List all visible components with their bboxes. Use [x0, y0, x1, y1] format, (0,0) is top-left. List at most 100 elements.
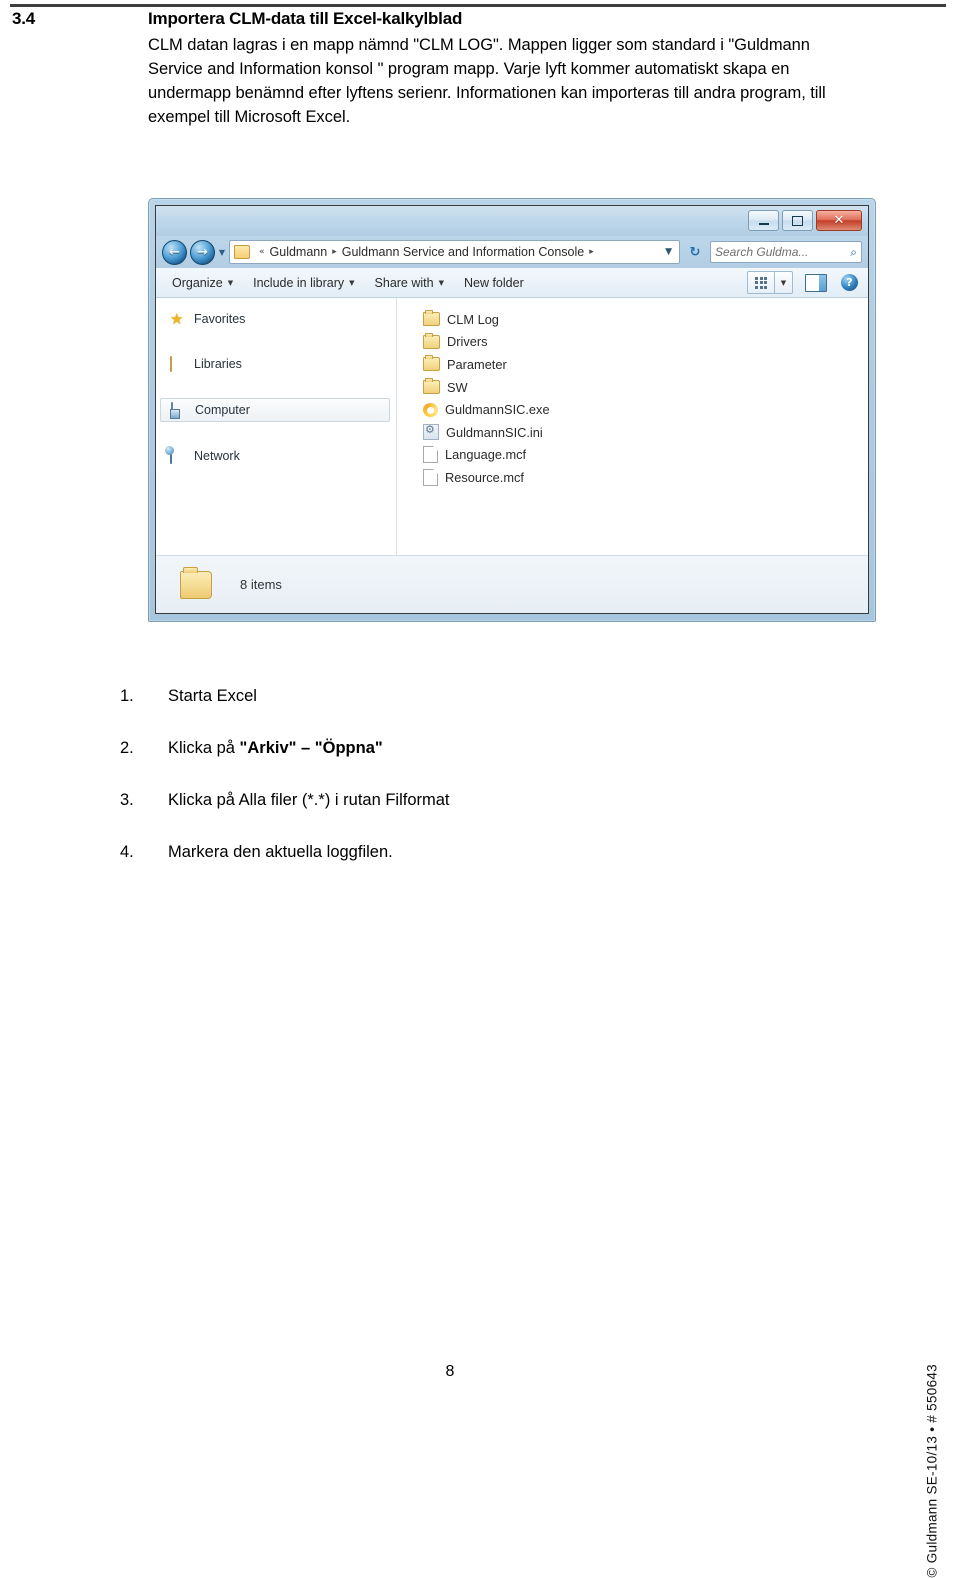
step-item: 2. Klicka på "Arkiv" – "Öppna" — [120, 737, 820, 789]
step-text: Starta Excel — [168, 687, 257, 705]
forward-arrow-icon: → — [197, 244, 208, 260]
toolbar-share-with-label: Share with — [374, 275, 434, 290]
nav-item-favorites-label: Favorites — [194, 312, 246, 326]
nav-item-libraries[interactable]: Libraries — [156, 353, 396, 375]
back-arrow-icon: ← — [169, 244, 180, 260]
toolbar-include-in-library-label: Include in library — [253, 275, 345, 290]
address-dropdown-caret-icon[interactable]: ▼ — [665, 247, 675, 257]
toolbar-new-folder-label: New folder — [463, 275, 524, 290]
explorer-content: ★ Favorites Libraries Computer Network C… — [156, 298, 868, 556]
preview-pane-icon[interactable] — [805, 273, 827, 292]
nav-item-libraries-label: Libraries — [194, 357, 242, 371]
search-icon: ⌕ — [850, 244, 857, 259]
header-rule — [10, 4, 946, 7]
file-list-item[interactable]: Language.mcf — [423, 444, 868, 467]
folder-icon — [423, 310, 440, 327]
minimize-button[interactable] — [748, 210, 779, 231]
file-name: Resource.mcf — [445, 469, 524, 485]
chevron-down-icon: ▼ — [438, 278, 444, 287]
file-list-item[interactable]: Resource.mcf — [423, 466, 868, 489]
star-icon: ★ — [170, 309, 184, 328]
section-body-paragraph: CLM datan lagras i en mapp nämnd "CLM LO… — [148, 36, 826, 126]
breadcrumb-overflow-icon[interactable]: « — [254, 247, 270, 257]
section-title: Importera CLM-data till Excel-kalkylblad — [148, 9, 463, 28]
breadcrumb-separator-icon: ▸ — [332, 247, 337, 257]
minimize-icon — [758, 222, 769, 225]
folder-icon — [423, 355, 440, 372]
toolbar-include-in-library-button[interactable]: Include in library ▼ — [243, 276, 364, 290]
toolbar-organize-label: Organize — [172, 275, 223, 290]
breadcrumb-separator-end-icon: ▸ — [589, 247, 594, 257]
toolbar-share-with-button[interactable]: Share with ▼ — [365, 276, 454, 290]
network-icon — [170, 447, 186, 464]
maximize-icon — [792, 215, 803, 226]
steps-list: 1. Starta Excel 2. Klicka på "Arkiv" – "… — [120, 685, 820, 893]
step-text: Klicka på "Arkiv" – "Öppna" — [168, 739, 383, 757]
chevron-down-icon: ▼ — [227, 278, 234, 287]
folder-icon — [180, 566, 212, 599]
step-number: 1. — [120, 687, 134, 705]
nav-item-computer[interactable]: Computer — [160, 398, 390, 422]
file-list-pane: CLM Log Drivers Parameter SW GuldmannSIC… — [397, 298, 868, 556]
step-text: Markera den aktuella loggfilen. — [168, 843, 393, 861]
file-list-item[interactable]: GuldmannSIC.ini — [423, 421, 868, 444]
step-number: 3. — [120, 791, 134, 809]
explorer-address-bar: ← → ▼ « Guldmann ▸ Guldmann Service and … — [156, 236, 868, 268]
libraries-icon — [170, 355, 186, 372]
file-name: GuldmannSIC.exe — [445, 402, 550, 418]
view-grid-icon — [755, 276, 767, 289]
step-item: 1. Starta Excel — [120, 685, 820, 737]
folder-icon — [423, 332, 440, 349]
explorer-title-bar: ✕ — [156, 206, 868, 237]
search-placeholder: Search Guldma... — [715, 245, 809, 259]
recent-pages-caret-icon[interactable]: ▼ — [215, 248, 229, 257]
change-view-caret-button[interactable]: ▼ — [775, 271, 793, 294]
change-view-button[interactable] — [747, 271, 775, 294]
step-text-prefix: Klicka på — [168, 739, 240, 757]
refresh-icon[interactable]: ↻ — [684, 241, 706, 263]
nav-item-computer-label: Computer — [195, 403, 250, 417]
nav-item-network-label: Network — [194, 449, 240, 463]
file-list-item[interactable]: CLM Log — [423, 308, 868, 331]
search-input[interactable]: Search Guldma... ⌕ — [710, 241, 862, 263]
nav-item-network[interactable]: Network — [156, 445, 396, 467]
file-list-item[interactable]: SW — [423, 376, 868, 399]
file-list-item[interactable]: Drivers — [423, 331, 868, 354]
navigation-pane: ★ Favorites Libraries Computer Network — [156, 298, 397, 556]
back-button[interactable]: ← — [162, 239, 187, 265]
step-number: 2. — [120, 739, 134, 757]
toolbar-new-folder-button[interactable]: New folder — [454, 276, 534, 290]
close-button[interactable]: ✕ — [816, 210, 862, 231]
file-name: GuldmannSIC.ini — [446, 424, 543, 440]
folder-icon — [234, 245, 250, 259]
file-name: Parameter — [447, 356, 507, 372]
section-number: 3.4 — [12, 9, 36, 28]
maximize-button[interactable] — [782, 210, 813, 231]
folder-icon — [423, 378, 440, 395]
breadcrumb-bar[interactable]: « Guldmann ▸ Guldmann Service and Inform… — [229, 240, 680, 264]
application-icon — [423, 402, 438, 417]
step-item: 3. Klicka på Alla filer (*.*) i rutan Fi… — [120, 789, 820, 841]
generic-file-icon — [423, 446, 438, 464]
explorer-toolbar: Organize ▼ Include in library ▼ Share wi… — [156, 268, 868, 298]
file-name: CLM Log — [447, 311, 499, 327]
explorer-window-screenshot: ✕ ← → ▼ « Guldmann ▸ Guldmann Service an… — [148, 198, 876, 622]
forward-button[interactable]: → — [190, 239, 215, 265]
chevron-down-icon: ▼ — [349, 278, 355, 287]
breadcrumb-item-root[interactable]: Guldmann — [270, 245, 328, 259]
configuration-file-icon — [423, 423, 439, 441]
step-number: 4. — [120, 843, 134, 861]
step-item: 4. Markera den aktuella loggfilen. — [120, 841, 820, 893]
explorer-window-inner: ✕ ← → ▼ « Guldmann ▸ Guldmann Service an… — [155, 205, 869, 614]
breadcrumb-item-current[interactable]: Guldmann Service and Information Console — [342, 245, 585, 259]
computer-icon — [171, 401, 187, 418]
explorer-status-bar: 8 items — [156, 555, 868, 613]
nav-item-favorites[interactable]: ★ Favorites — [156, 308, 396, 330]
file-name: SW — [447, 379, 468, 395]
toolbar-organize-button[interactable]: Organize ▼ — [162, 276, 243, 290]
file-list-item[interactable]: Parameter — [423, 353, 868, 376]
help-icon[interactable]: ? — [841, 274, 858, 291]
file-name: Language.mcf — [445, 447, 527, 463]
file-list-item[interactable]: GuldmannSIC.exe — [423, 398, 868, 421]
copyright-credit: © Guldmann SE-10/13 • # 550643 — [925, 1364, 940, 1578]
